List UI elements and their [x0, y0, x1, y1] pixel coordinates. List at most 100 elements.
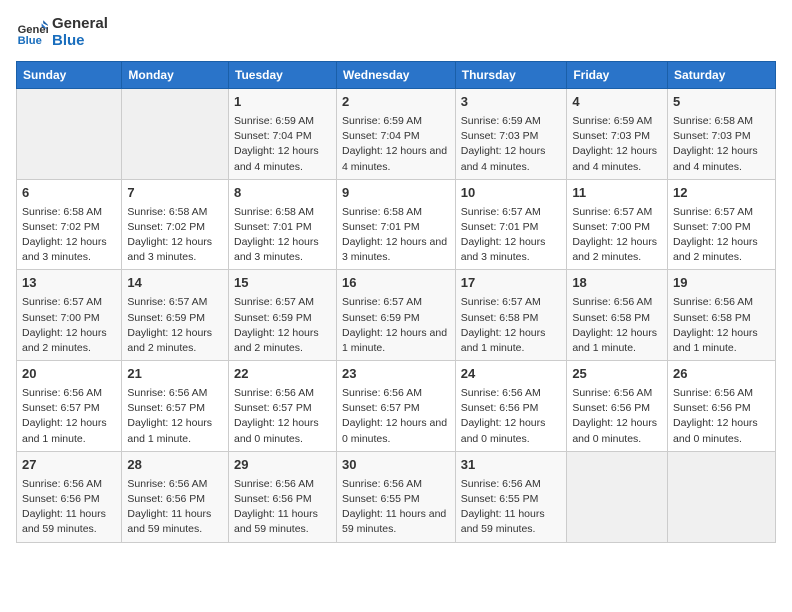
day-number: 6	[22, 184, 116, 203]
day-number: 16	[342, 274, 450, 293]
day-info: Sunset: 6:55 PM	[342, 492, 450, 507]
day-info: Sunset: 7:04 PM	[342, 129, 450, 144]
calendar-table: SundayMondayTuesdayWednesdayThursdayFrid…	[16, 61, 776, 543]
day-number: 7	[127, 184, 223, 203]
calendar-cell: 24Sunrise: 6:56 AMSunset: 6:56 PMDayligh…	[455, 361, 567, 452]
calendar-cell	[567, 451, 668, 542]
day-number: 23	[342, 365, 450, 384]
day-info: Daylight: 12 hours and 4 minutes.	[461, 144, 562, 174]
day-info: Sunrise: 6:57 AM	[673, 205, 770, 220]
day-info: Sunset: 6:56 PM	[22, 492, 116, 507]
calendar-cell: 30 Sunrise: 6:56 AMSunset: 6:55 PMDayligh…	[336, 451, 455, 542]
day-info: Sunset: 7:03 PM	[673, 129, 770, 144]
calendar-cell: 29Sunrise: 6:56 AMSunset: 6:56 PMDayligh…	[229, 451, 337, 542]
day-info: Sunset: 6:57 PM	[234, 401, 331, 416]
calendar-cell	[122, 89, 229, 180]
day-number: 19	[673, 274, 770, 293]
calendar-cell: 1Sunrise: 6:59 AMSunset: 7:04 PMDaylight…	[229, 89, 337, 180]
day-info: Sunrise: 6:57 AM	[342, 295, 450, 310]
logo-blue: Blue	[52, 33, 108, 50]
day-info: Daylight: 11 hours and 59 minutes.	[461, 507, 562, 537]
day-number: 5	[673, 93, 770, 112]
svg-text:Blue: Blue	[18, 35, 42, 47]
day-info: Daylight: 11 hours and 59 minutes.	[234, 507, 331, 537]
day-of-week-monday: Monday	[122, 62, 229, 89]
day-info: Daylight: 12 hours and 0 minutes.	[461, 416, 562, 446]
day-info: Daylight: 12 hours and 4 minutes.	[234, 144, 331, 174]
day-info: Sunset: 7:03 PM	[461, 129, 562, 144]
day-number: 30	[342, 456, 450, 475]
day-info: Sunrise: 6:56 AM	[673, 386, 770, 401]
calendar-cell: 3Sunrise: 6:59 AMSunset: 7:03 PMDaylight…	[455, 89, 567, 180]
day-info: Daylight: 12 hours and 3 minutes.	[461, 235, 562, 265]
day-info: Sunset: 6:58 PM	[572, 311, 662, 326]
day-info: Sunrise: 6:56 AM	[127, 477, 223, 492]
calendar-cell: 17Sunrise: 6:57 AMSunset: 6:58 PMDayligh…	[455, 270, 567, 361]
day-info: Sunset: 7:01 PM	[342, 220, 450, 235]
day-number: 27	[22, 456, 116, 475]
day-info: Daylight: 12 hours and 2 minutes.	[234, 326, 331, 356]
day-info: Sunrise: 6:58 AM	[673, 114, 770, 129]
day-info: Sunrise: 6:56 AM	[22, 386, 116, 401]
day-info: Daylight: 11 hours and 59 minutes.	[127, 507, 223, 537]
day-info: Daylight: 12 hours and 0 minutes.	[572, 416, 662, 446]
day-number: 11	[572, 184, 662, 203]
day-info: Sunrise: 6:56 AM	[342, 386, 450, 401]
day-info: Sunset: 7:02 PM	[22, 220, 116, 235]
day-info: Daylight: 12 hours and 2 minutes.	[673, 235, 770, 265]
day-number: 4	[572, 93, 662, 112]
day-of-week-thursday: Thursday	[455, 62, 567, 89]
day-info: Sunrise: 6:56 AM	[342, 477, 450, 492]
calendar-cell: 15Sunrise: 6:57 AMSunset: 6:59 PMDayligh…	[229, 270, 337, 361]
calendar-cell: 25Sunrise: 6:56 AMSunset: 6:56 PMDayligh…	[567, 361, 668, 452]
day-info: Sunrise: 6:56 AM	[673, 295, 770, 310]
day-number: 26	[673, 365, 770, 384]
day-of-week-friday: Friday	[567, 62, 668, 89]
day-info: Sunset: 6:56 PM	[461, 401, 562, 416]
day-number: 22	[234, 365, 331, 384]
day-info: Sunset: 7:04 PM	[234, 129, 331, 144]
day-info: Daylight: 12 hours and 4 minutes.	[342, 144, 450, 174]
day-info: Sunset: 7:03 PM	[572, 129, 662, 144]
day-info: Sunrise: 6:57 AM	[461, 205, 562, 220]
day-info: Sunrise: 6:56 AM	[234, 386, 331, 401]
day-info: Sunrise: 6:59 AM	[572, 114, 662, 129]
day-info: Sunrise: 6:56 AM	[572, 386, 662, 401]
day-info: Sunrise: 6:58 AM	[22, 205, 116, 220]
day-info: Sunrise: 6:57 AM	[127, 295, 223, 310]
day-info: Sunset: 6:58 PM	[673, 311, 770, 326]
day-info: Sunset: 6:59 PM	[234, 311, 331, 326]
day-info: Sunset: 7:00 PM	[572, 220, 662, 235]
day-info: Sunrise: 6:56 AM	[234, 477, 331, 492]
calendar-cell: 2Sunrise: 6:59 AMSunset: 7:04 PMDaylight…	[336, 89, 455, 180]
day-info: Sunrise: 6:56 AM	[461, 386, 562, 401]
day-number: 17	[461, 274, 562, 293]
calendar-cell: 21Sunrise: 6:56 AMSunset: 6:57 PMDayligh…	[122, 361, 229, 452]
calendar-cell: 9Sunrise: 6:58 AMSunset: 7:01 PMDaylight…	[336, 179, 455, 270]
day-number: 3	[461, 93, 562, 112]
day-info: Daylight: 12 hours and 2 minutes.	[572, 235, 662, 265]
day-info: Daylight: 12 hours and 3 minutes.	[127, 235, 223, 265]
day-number: 29	[234, 456, 331, 475]
day-info: Sunrise: 6:57 AM	[234, 295, 331, 310]
day-number: 31	[461, 456, 562, 475]
day-info: Daylight: 12 hours and 4 minutes.	[673, 144, 770, 174]
day-info: Daylight: 12 hours and 3 minutes.	[22, 235, 116, 265]
calendar-cell: 5 Sunrise: 6:58 AMSunset: 7:03 PMDaylight…	[668, 89, 776, 180]
day-number: 13	[22, 274, 116, 293]
day-info: Sunset: 6:58 PM	[461, 311, 562, 326]
day-info: Sunset: 6:57 PM	[342, 401, 450, 416]
day-info: Daylight: 12 hours and 1 minute.	[673, 326, 770, 356]
day-info: Daylight: 11 hours and 59 minutes.	[342, 507, 450, 537]
calendar-cell: 31Sunrise: 6:56 AMSunset: 6:55 PMDayligh…	[455, 451, 567, 542]
day-number: 12	[673, 184, 770, 203]
day-info: Daylight: 12 hours and 3 minutes.	[342, 235, 450, 265]
day-info: Sunset: 6:57 PM	[127, 401, 223, 416]
calendar-cell: 23Sunrise: 6:56 AMSunset: 6:57 PMDayligh…	[336, 361, 455, 452]
day-info: Sunrise: 6:56 AM	[461, 477, 562, 492]
calendar-cell: 16Sunrise: 6:57 AMSunset: 6:59 PMDayligh…	[336, 270, 455, 361]
day-info: Sunrise: 6:56 AM	[127, 386, 223, 401]
day-info: Sunrise: 6:58 AM	[127, 205, 223, 220]
day-number: 10	[461, 184, 562, 203]
day-number: 28	[127, 456, 223, 475]
